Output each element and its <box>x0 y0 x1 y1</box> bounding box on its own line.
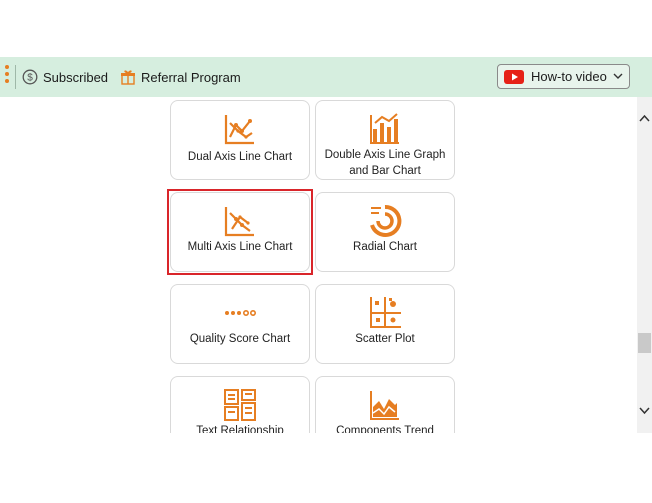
card-text-relationship[interactable]: Text Relationship <box>170 376 310 433</box>
dual-axis-line-chart-icon <box>224 115 254 145</box>
components-trend-icon <box>370 391 399 420</box>
subscribed-label: Subscribed <box>43 69 109 85</box>
card-components-trend[interactable]: Components Trend <box>315 376 455 433</box>
double-axis-line-bar-icon <box>370 113 399 144</box>
scroll-thumb[interactable] <box>638 333 651 353</box>
toolbar-divider <box>15 65 16 89</box>
howto-label: How-to video <box>531 69 607 84</box>
scroll-down-arrow-icon[interactable] <box>639 405 650 416</box>
scatter-plot-icon <box>370 297 401 328</box>
referral-program-link[interactable]: Referral Program <box>120 57 241 97</box>
referral-label: Referral Program <box>141 69 241 85</box>
gift-icon <box>121 70 135 85</box>
youtube-icon <box>504 69 524 84</box>
vertical-scrollbar[interactable] <box>637 97 652 433</box>
svg-text:$: $ <box>27 73 33 84</box>
card-double-axis-line-bar[interactable]: Double Axis Line Graph and Bar Chart <box>315 100 455 180</box>
toolbar: $ Subscribed Referral Program How-to vid… <box>0 57 652 97</box>
chart-gallery: Dual Axis Line Chart Double Axis Line Gr… <box>0 97 637 433</box>
card-label: Radial Chart <box>353 241 417 253</box>
card-label: Quality Score Chart <box>189 333 291 345</box>
selection-highlight <box>167 189 313 275</box>
card-dual-axis-line-chart[interactable]: Dual Axis Line Chart <box>170 100 310 180</box>
card-label: Dual Axis Line Chart <box>187 151 293 163</box>
quality-score-chart-icon <box>225 310 256 317</box>
card-label: Double Axis Line Graph and Bar Chart <box>324 149 446 177</box>
card-label: Text Relationship <box>196 425 284 433</box>
radial-chart-icon <box>370 204 402 237</box>
scroll-up-arrow-icon[interactable] <box>639 113 650 124</box>
card-quality-score-chart[interactable]: Quality Score Chart <box>170 284 310 364</box>
subscribed-status[interactable]: $ Subscribed <box>22 57 108 97</box>
card-label: Scatter Plot <box>355 333 415 345</box>
card-radial-chart[interactable]: Radial Chart <box>315 192 455 272</box>
dollar-circle-icon: $ <box>22 69 38 85</box>
how-to-video-dropdown[interactable]: How-to video <box>497 64 630 89</box>
more-menu-icon[interactable] <box>4 65 10 89</box>
card-scatter-plot[interactable]: Scatter Plot <box>315 284 455 364</box>
text-relationship-icon <box>224 389 256 421</box>
chevron-down-icon <box>613 73 623 79</box>
card-label: Components Trend <box>336 425 434 433</box>
